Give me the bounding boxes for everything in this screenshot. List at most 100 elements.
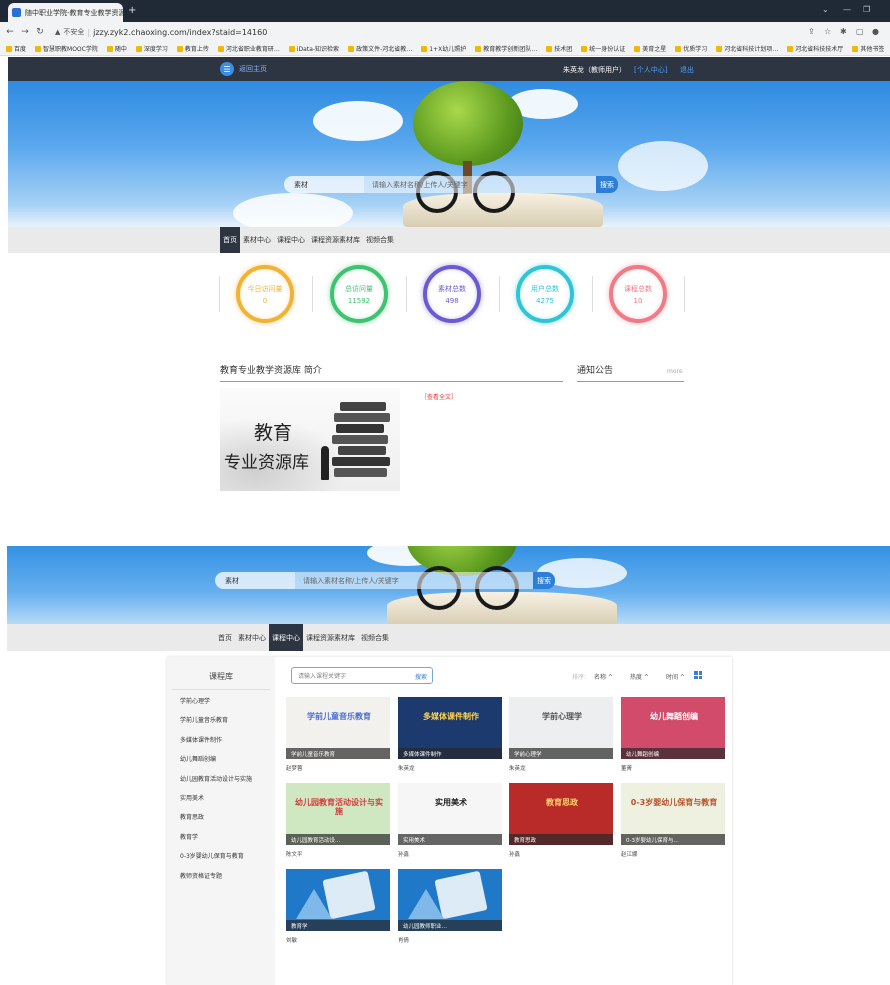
home-button[interactable]: ☰ 返回主页 [220,62,267,76]
new-tab-icon[interactable]: + [128,5,136,16]
reload-icon[interactable]: ↻ [35,27,45,37]
folder-icon [581,45,588,52]
course-card[interactable]: 0-3岁婴幼儿保育与教育 0-3岁婴幼儿保育与... [621,783,725,845]
logout-link[interactable]: 退出 [680,65,694,75]
bookmark-item[interactable]: 深度学习 [135,44,168,53]
course-card[interactable]: 幼儿园教育活动设计与实施 幼儿园教育活动设... [286,783,390,845]
browser-tab[interactable]: 随中职业学院-教育专业教学资源… ✕ [8,3,123,22]
bookmark-item[interactable]: 优质学习 [675,44,707,53]
restore-icon[interactable]: ❐ [863,5,870,14]
search-type-select[interactable]: 素材 [215,572,295,589]
nav-item[interactable]: 课程中心 [274,227,308,253]
course-card[interactable]: 多媒体课件制作 多媒体课件制作 [398,697,502,759]
course-card[interactable]: 学前儿童音乐教育 学前儿童音乐教育 [286,697,390,759]
profile-icon[interactable]: ● [872,27,879,36]
course-author: 赵江娜 [621,852,638,858]
notice-more-link[interactable]: more [667,368,683,375]
category-item[interactable]: 实用美术 [180,793,204,802]
nav-item[interactable]: 视频合集 [363,227,397,253]
bookmark-label: 河北省科技计划项… [724,46,779,53]
bookmark-label: 其他书签 [860,46,885,53]
bookmark-item[interactable]: 教育教学创新团队… [475,44,537,53]
course-cover-title: 实用美术 [435,798,467,807]
category-item[interactable]: 学前儿童音乐教育 [180,715,228,724]
nav-item[interactable]: 首页 [220,227,240,253]
url-field[interactable]: ▲ 不安全 | jzzy.zyk2.chaoxing.com/index?sta… [55,27,267,37]
bookmark-item[interactable]: 美育之星 [634,44,666,53]
nav-item[interactable]: 素材中心 [235,624,269,651]
bookmark-item[interactable]: 1+X幼儿照护 [421,44,466,53]
category-item[interactable]: 幼儿园教育活动设计与实施 [180,774,252,783]
bookmark-item[interactable]: 百度 [6,44,26,53]
category-item[interactable]: 多媒体课件制作 [180,735,222,744]
bookmark-item[interactable]: 河北省科技技术厅 [787,44,843,53]
bookmark-item[interactable]: 智慧职教MOOC学院 [35,44,98,53]
search-input[interactable]: 请输入素材名称/上传人/关键字 [295,572,533,589]
category-item[interactable]: 幼儿舞蹈创编 [180,754,216,763]
search-button[interactable]: 搜索 [533,572,555,589]
search-input[interactable]: 请输入素材名称/上传人/关键字 [364,176,596,193]
nav-item[interactable]: 素材中心 [240,227,274,253]
sort-time[interactable]: 时间 ^ [666,672,685,681]
nav-item[interactable]: 课程资源素材库 [303,624,358,651]
personal-center-link[interactable]: [个人中心] [634,65,667,75]
course-nav: 首页 素材中心 课程中心 课程资源素材库 视频合集 [7,624,890,651]
bookmark-item[interactable]: 政策文件-河北省教… [348,44,412,53]
bookmark-item[interactable]: 随中 [106,44,127,53]
bookmark-label: 教育教学创新团队… [483,46,538,53]
category-item[interactable]: 教师资格证专题 [180,871,222,880]
course-card[interactable]: 教育思政 教育思政 [509,783,613,845]
stat-separator [406,276,407,312]
bookmark-item[interactable]: 其他书签 [852,44,884,53]
sort-popularity[interactable]: 热度 ^ [630,672,649,681]
course-author: 董菁 [621,766,633,772]
warning-icon: ▲ [55,28,61,36]
nav-item[interactable]: 视频合集 [358,624,392,651]
stat-value: 498 [445,296,459,305]
chevron-down-icon[interactable]: ⌄ [822,5,829,14]
category-item[interactable]: 学前心理学 [180,696,210,705]
sort-name[interactable]: 名称 ^ [594,672,613,681]
course-search-button[interactable]: 搜索 [415,672,427,681]
bookmark-item[interactable]: iData-知识检索 [288,44,339,53]
bookmark-item[interactable]: 技术团 [546,44,572,53]
home-label: 返回主页 [239,65,267,73]
category-item[interactable]: 教育思政 [180,812,204,821]
course-card[interactable]: 学前心理学 学前心理学 [509,697,613,759]
share-icon[interactable]: ⇪ [808,27,815,36]
nav-item[interactable]: 首页 [215,624,235,651]
sidebar-icon[interactable]: ▢ [856,27,864,36]
bookmark-item[interactable]: 教育上传 [176,44,209,53]
course-card[interactable]: 教育学 [286,869,390,931]
nav-item[interactable]: 课程中心 [269,624,303,651]
course-author: 孙鑫 [398,852,410,858]
stat-value: 0 [262,296,268,305]
stat-separator [684,276,685,312]
bookmark-item[interactable]: 河北省科技计划项… [716,44,778,53]
course-caption: 幼儿园教师职业… [398,920,502,931]
back-icon[interactable]: ← [5,27,15,37]
course-card[interactable]: 实用美术 实用美术 [398,783,502,845]
course-search-input[interactable]: 请输入课程关键字 搜索 [291,667,433,684]
nav-item[interactable]: 课程资源素材库 [308,227,363,253]
grid-view-icon[interactable] [694,671,702,679]
course-cover-title: 多媒体课件制作 [423,712,479,721]
bookmark-item[interactable]: 统一身份认证 [581,44,625,53]
folder-icon [475,45,482,52]
read-more-link[interactable]: ［查看全文］ [421,392,457,401]
bookmark-label: 智慧职教MOOC学院 [43,46,98,53]
course-cover-title: 幼儿舞蹈创编 [650,712,698,721]
minimize-icon[interactable]: — [843,5,851,14]
forward-icon[interactable]: → [20,27,30,37]
bookmark-label: 技术团 [554,46,573,53]
bookmark-item[interactable]: 河北省职业教育研… [217,44,280,53]
category-item[interactable]: 0-3岁婴幼儿保育与教育 [180,851,244,860]
course-card[interactable]: 幼儿舞蹈创编 幼儿舞蹈创编 [621,697,725,759]
folder-icon [852,45,859,52]
search-type-select[interactable]: 素材 [284,176,364,193]
extensions-icon[interactable]: ✱ [840,27,847,36]
category-item[interactable]: 教育学 [180,832,198,841]
star-icon[interactable]: ☆ [824,27,831,36]
course-card[interactable]: 幼儿园教师职业… [398,869,502,931]
search-button[interactable]: 搜索 [596,176,618,193]
